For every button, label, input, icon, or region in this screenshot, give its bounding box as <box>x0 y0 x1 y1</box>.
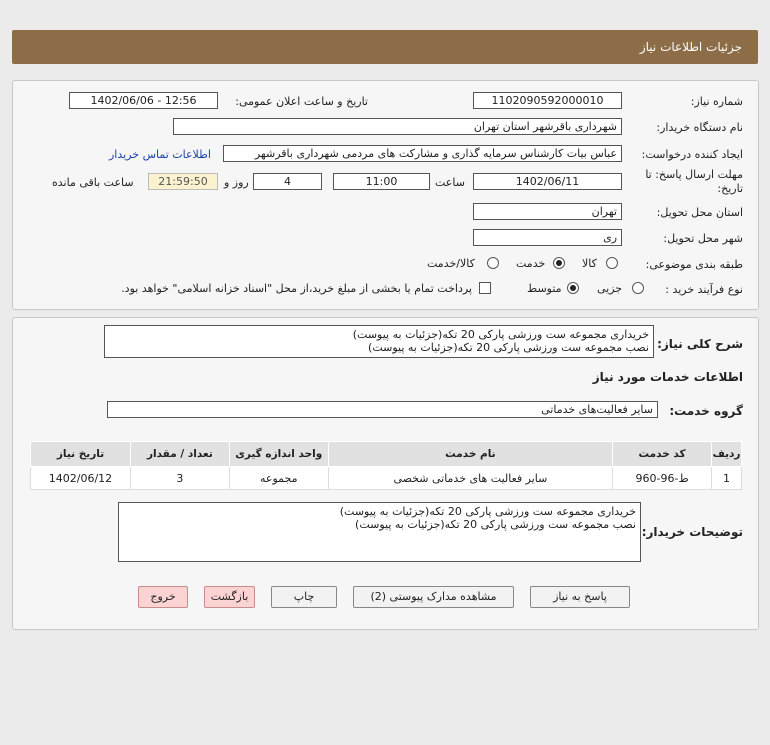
cell-unit: مجموعه <box>228 466 329 490</box>
cell-qty: 3 <box>129 466 230 490</box>
category-radio-goods-service[interactable] <box>487 257 499 269</box>
service-group-field: سایر فعالیت‌های خدماتی <box>107 401 658 418</box>
process-label: نوع فرآیند خرید : <box>665 283 743 296</box>
need-number-label: شماره نیاز: <box>690 95 743 108</box>
services-table: ردیف کد خدمت نام خدمت واحد اندازه گیری ت… <box>30 441 742 490</box>
summary-line-2: نصب مجموعه ست ورزشی پارکی 20 تکه(جزئیات … <box>368 341 649 354</box>
category-label: طبقه بندی موضوعی: <box>645 258 743 271</box>
treasury-payment-text: پرداخت تمام یا بخشی از مبلغ خرید،از محل … <box>121 282 472 295</box>
cell-date: 1402/06/12 <box>30 466 131 490</box>
services-section-title: اطلاعات خدمات مورد نیاز <box>592 370 743 384</box>
col-code: کد خدمت <box>612 441 713 467</box>
city-field: ری <box>473 229 622 246</box>
buyer-notes-textarea: خریداری مجموعه ست ورزشی پارکی 20 تکه(جزئ… <box>118 502 641 562</box>
table-header-row: ردیف کد خدمت نام خدمت واحد اندازه گیری ت… <box>30 441 742 467</box>
service-group-label: گروه خدمت: <box>669 404 743 418</box>
buyer-org-label: نام دستگاه خریدار: <box>656 121 743 134</box>
cell-name: سایر فعالیت های خدماتی شخصی <box>327 466 614 490</box>
deadline-label: مهلت ارسال پاسخ: تا تاریخ: <box>645 168 743 195</box>
buyer-org-field: شهرداری باقرشهر استان تهران <box>173 118 622 135</box>
cell-code: ط-96-960 <box>612 466 713 490</box>
creator-field: عباس بیات کارشناس سرمایه گذاری و مشارکت … <box>223 145 622 162</box>
view-attachments-button[interactable]: مشاهده مدارک پیوستی (2) <box>353 586 514 608</box>
category-option-goods: کالا <box>582 257 597 270</box>
need-number-field: 1102090592000010 <box>473 92 622 109</box>
category-option-goods-service: کالا/خدمت <box>427 257 475 270</box>
back-button[interactable]: بازگشت <box>204 586 255 608</box>
process-radio-medium[interactable] <box>567 282 579 294</box>
announce-label: تاریخ و ساعت اعلان عمومی: <box>235 95 368 108</box>
print-button[interactable]: چاپ <box>271 586 337 608</box>
deadline-time-label: ساعت <box>435 176 465 189</box>
table-row: 1 ط-96-960 سایر فعالیت های خدماتی شخصی م… <box>30 466 742 490</box>
process-radio-minor[interactable] <box>632 282 644 294</box>
col-qty: تعداد / مقدار <box>129 441 230 467</box>
deadline-time-field: 11:00 <box>333 173 430 190</box>
buyer-notes-line-2: نصب مجموعه ست ورزشی پارکی 20 تکه(جزئیات … <box>355 518 636 531</box>
category-radio-service[interactable] <box>553 257 565 269</box>
remaining-label: ساعت باقی مانده <box>52 176 134 189</box>
creator-label: ایجاد کننده درخواست: <box>641 148 743 161</box>
remaining-time-field: 21:59:50 <box>148 173 218 190</box>
buyer-contact-link[interactable]: اطلاعات تماس خریدار <box>109 148 211 161</box>
summary-label: شرح کلی نیاز: <box>657 337 743 351</box>
city-label: شهر محل تحویل: <box>663 232 743 245</box>
province-field: تهران <box>473 203 622 220</box>
buyer-notes-line-1: خریداری مجموعه ست ورزشی پارکی 20 تکه(جزئ… <box>339 505 636 518</box>
cell-row: 1 <box>711 466 742 490</box>
exit-button[interactable]: خروج <box>138 586 188 608</box>
announce-field: 1402/06/06 - 12:56 <box>69 92 218 109</box>
province-label: استان محل تحویل: <box>656 206 743 219</box>
deadline-date-field: 1402/06/11 <box>473 173 622 190</box>
window-titlebar: جزئیات اطلاعات نیاز <box>12 30 758 64</box>
days-label: روز و <box>224 176 249 189</box>
process-option-minor: جزیی <box>597 282 623 295</box>
window-title: جزئیات اطلاعات نیاز <box>639 40 742 54</box>
summary-textarea: خریداری مجموعه ست ورزشی پارکی 20 تکه(جزئ… <box>104 325 654 358</box>
reply-button[interactable]: پاسخ به نیاز <box>530 586 630 608</box>
treasury-payment-checkbox[interactable] <box>479 282 491 294</box>
days-remaining-field: 4 <box>253 173 322 190</box>
process-option-medium: متوسط <box>527 282 562 295</box>
summary-line-1: خریداری مجموعه ست ورزشی پارکی 20 تکه(جزئ… <box>352 328 649 341</box>
col-name: نام خدمت <box>327 441 614 467</box>
category-radio-goods[interactable] <box>606 257 618 269</box>
category-option-service: خدمت <box>516 257 546 270</box>
col-date: تاریخ نیاز <box>30 441 131 467</box>
col-unit: واحد اندازه گیری <box>228 441 329 467</box>
buyer-notes-label: توضیحات خریدار: <box>641 525 743 539</box>
col-row: ردیف <box>711 441 742 467</box>
